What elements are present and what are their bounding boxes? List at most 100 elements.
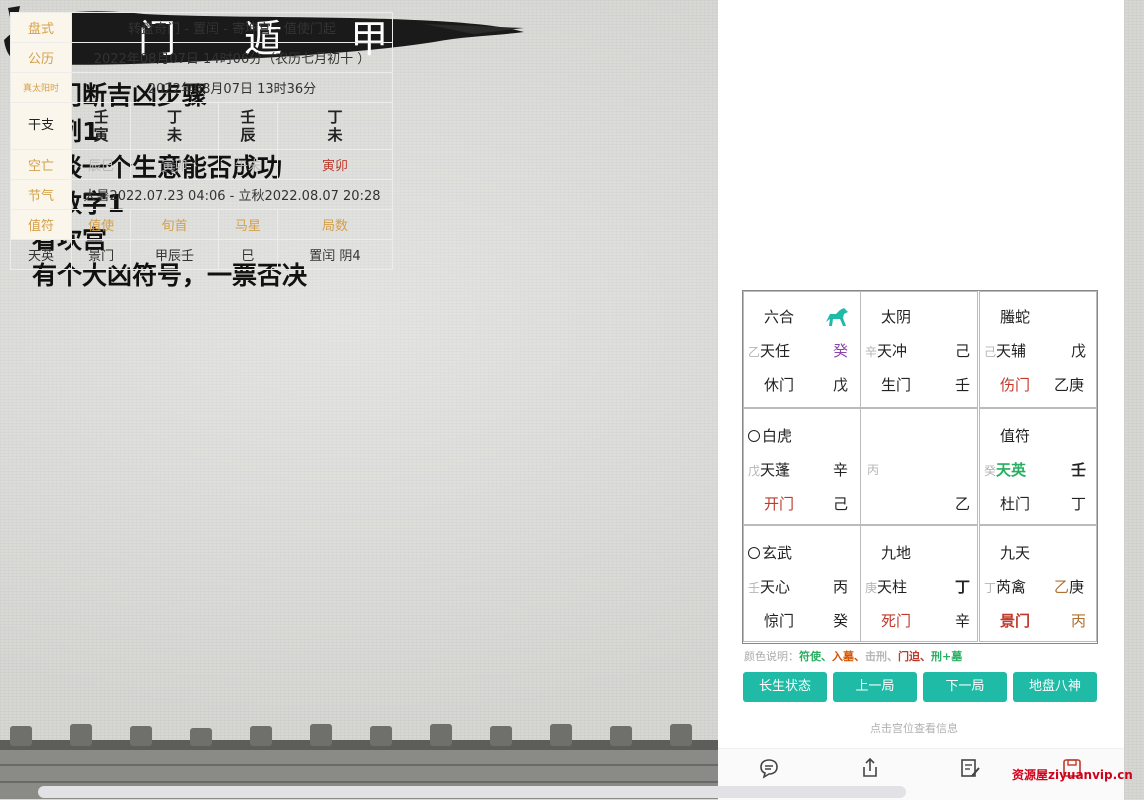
- color-legend: 颜色说明：符使、入墓、击刑、门迫、刑+墓: [744, 650, 963, 663]
- edit-icon[interactable]: [958, 756, 982, 780]
- star-label: 天辅: [996, 342, 1027, 360]
- stem-right: 乙: [1054, 578, 1070, 596]
- stem-right: 戊: [1071, 342, 1087, 360]
- next-ju-button[interactable]: 下一局: [923, 672, 1007, 702]
- value-cell: 天英: [10, 239, 72, 270]
- ganzhi-day: 壬辰: [217, 102, 279, 150]
- palace-kun[interactable]: 螣蛇 己天辅 戊 伤门 乙庚: [979, 291, 1097, 408]
- star-label: 天英: [996, 461, 1027, 479]
- stem-right: 丙: [1071, 612, 1087, 630]
- stem-prefix: 壬: [748, 581, 761, 595]
- panshi-value: 转盘奇门 - 置闰 - 寄坤宫 - 值使门起: [71, 12, 393, 43]
- god-label: 九地: [881, 544, 912, 562]
- star-label: 芮禽: [996, 578, 1027, 596]
- prev-ju-button[interactable]: 上一局: [833, 672, 917, 702]
- stem-right: 戊: [833, 376, 849, 394]
- kongwang-cell: 辰巳: [70, 149, 132, 180]
- panshi-label: 盘式: [10, 12, 72, 43]
- stem-prefix: 庚: [865, 581, 878, 595]
- ganzhi-label: 干支: [10, 102, 72, 150]
- stem-prefix: 丁: [984, 581, 997, 595]
- palace-qian[interactable]: 九天 丁芮禽 乙庚 景门 丙: [979, 525, 1097, 642]
- value-cell: 置闰 阴4: [277, 239, 393, 270]
- horse-icon: [826, 308, 848, 326]
- watermark: 资源屋ziyuanvip.cn: [1012, 768, 1133, 782]
- kongwang-cell: 寅卯: [277, 149, 393, 180]
- stem-right: 己: [955, 342, 971, 360]
- palace-zhen[interactable]: 白虎 戊天蓬 辛 开门 己: [743, 408, 861, 525]
- stem-right: 辛: [833, 461, 849, 479]
- stem-right: 丙: [833, 578, 849, 596]
- door-label: 开门: [764, 495, 795, 513]
- stem-prefix: 辛: [865, 345, 878, 359]
- solar-time-value: 2022年08月07日 13时36分: [71, 72, 393, 103]
- stem-right: 癸: [833, 612, 849, 630]
- dipan-bashen-button[interactable]: 地盘八神: [1013, 672, 1097, 702]
- comment-icon[interactable]: [757, 756, 781, 780]
- palace-center[interactable]: 丙 乙: [860, 408, 978, 525]
- god-label: 六合: [764, 308, 795, 326]
- ganzhi-year: 壬寅: [70, 102, 132, 150]
- palace-gen[interactable]: 玄武 壬天心 丙 惊门 癸: [743, 525, 861, 642]
- door-label: 景门: [1000, 612, 1031, 630]
- ganzhi-month: 丁未: [130, 102, 219, 150]
- god-label: 螣蛇: [1000, 308, 1031, 326]
- door-label: 死门: [881, 612, 912, 630]
- solar-time-label: 真太阳时: [10, 72, 72, 103]
- star-label: 天柱: [877, 578, 908, 596]
- star-label: 天任: [760, 342, 791, 360]
- palace-dui[interactable]: 值符 癸天英 壬 杜门 丁: [979, 408, 1097, 525]
- door-label: 生门: [881, 376, 912, 394]
- circle-marker-icon: [748, 430, 760, 442]
- star-label: 天心: [760, 578, 791, 596]
- stem-right: 癸: [833, 342, 849, 360]
- ganzhi-hour: 丁未: [277, 102, 393, 150]
- stem-right: 壬: [955, 376, 971, 394]
- value-cell: 巳: [217, 239, 279, 270]
- changsheng-button[interactable]: 长生状态: [743, 672, 827, 702]
- kongwang-label: 空亡: [10, 149, 72, 180]
- palace-li[interactable]: 太阴 辛天冲 己 生门 壬: [860, 291, 978, 408]
- header-cell: 值使: [70, 209, 132, 240]
- door-label: 休门: [764, 376, 795, 394]
- stem-prefix: 乙: [748, 345, 761, 359]
- header-cell: 值符: [10, 209, 72, 240]
- horizontal-scrollbar[interactable]: [38, 786, 906, 798]
- stem-right: 乙: [955, 495, 971, 513]
- stem-right: 丁: [955, 578, 971, 596]
- stem-prefix: 戊: [748, 464, 761, 478]
- god-label: 白虎: [762, 427, 793, 445]
- header-cell: 马星: [217, 209, 279, 240]
- stem-right: 己: [833, 495, 849, 513]
- god-label: 太阴: [881, 308, 912, 326]
- jieqi-label: 节气: [10, 179, 72, 210]
- star-label: 天冲: [877, 342, 908, 360]
- door-label: 惊门: [764, 612, 795, 630]
- header-cell: 局数: [277, 209, 393, 240]
- nine-palace-board: 六合 乙天任 癸 休门 戊 太阴 辛天冲 己 生门 壬 螣蛇 己天辅 戊 伤门 …: [742, 290, 1098, 644]
- stem-prefix: 己: [984, 345, 997, 359]
- star-label: 天蓬: [760, 461, 791, 479]
- stem-right: 辛: [955, 612, 971, 630]
- god-label: 九天: [1000, 544, 1031, 562]
- door-label: 伤门: [1000, 376, 1031, 394]
- god-label: 玄武: [762, 544, 793, 562]
- stem-prefix: 丙: [867, 463, 880, 477]
- god-label: 值符: [1000, 427, 1031, 445]
- info-table: 盘式 转盘奇门 - 置闰 - 寄坤宫 - 值使门起 公历 2022年08月07日…: [10, 12, 393, 270]
- stem-right: 壬: [1071, 461, 1087, 479]
- gongli-label: 公历: [10, 42, 72, 73]
- door-label: 杜门: [1000, 495, 1031, 513]
- palace-kan[interactable]: 九地 庚天柱 丁 死门 辛: [860, 525, 978, 642]
- share-icon[interactable]: [858, 756, 882, 780]
- stem-right: 乙庚: [1054, 376, 1085, 394]
- hint-text: 点击宫位查看信息: [870, 722, 958, 735]
- kongwang-cell: 寅卯: [130, 149, 219, 180]
- palace-xun[interactable]: 六合 乙天任 癸 休门 戊: [743, 291, 861, 408]
- header-cell: 旬首: [130, 209, 219, 240]
- value-cell: 甲辰壬: [130, 239, 219, 270]
- stem-right: 丁: [1071, 495, 1087, 513]
- kongwang-cell: 午未: [217, 149, 279, 180]
- stem-prefix: 癸: [984, 464, 997, 478]
- stem-right: 庚: [1069, 578, 1085, 596]
